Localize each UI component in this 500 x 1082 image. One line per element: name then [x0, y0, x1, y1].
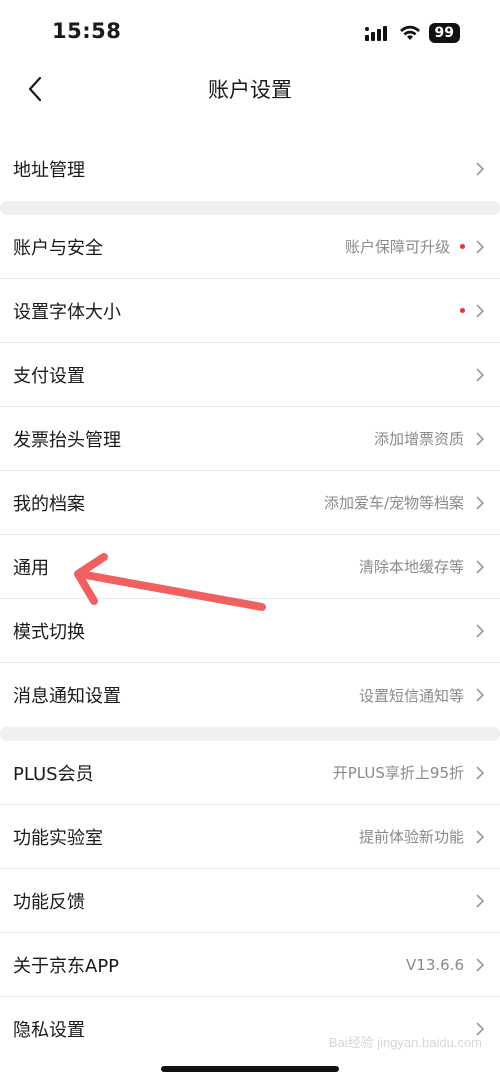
settings-group: 地址管理: [0, 137, 500, 201]
row-feedback[interactable]: 功能反馈: [0, 869, 500, 933]
status-icons: 99: [364, 22, 460, 44]
chevron-right-icon: [474, 687, 486, 703]
settings-group: 账户与安全 账户保障可升级 设置字体大小 支付设置 发票抬头管理 添加增票资质 …: [0, 215, 500, 727]
row-about[interactable]: 关于京东APP V13.6.6: [0, 933, 500, 997]
row-value: 清除本地缓存等: [358, 558, 464, 576]
notification-dot: [460, 244, 465, 249]
row-invoice[interactable]: 发票抬头管理 添加增票资质: [0, 407, 500, 471]
wifi-icon: [399, 25, 420, 40]
row-value: 开PLUS享折上95折: [332, 764, 464, 782]
chevron-right-icon: [474, 303, 486, 319]
chevron-right-icon: [474, 623, 486, 639]
watermark: Bai经验 jingyan.baidu.com: [328, 1035, 482, 1050]
row-value: 设置短信通知等: [358, 686, 464, 705]
chevron-right-icon: [474, 161, 486, 177]
row-label: 账户与安全: [13, 237, 103, 259]
row-value: V13.6.6: [406, 955, 464, 974]
row-label: 关于京东APP: [13, 955, 120, 977]
row-my-profile[interactable]: 我的档案 添加爱车/宠物等档案: [0, 471, 500, 535]
signal-icon: [364, 26, 387, 41]
row-payment[interactable]: 支付设置: [0, 343, 500, 407]
chevron-right-icon: [474, 431, 486, 447]
row-label: 功能实验室: [13, 827, 103, 849]
row-value: 添加增票资质: [373, 430, 464, 448]
chevron-right-icon: [474, 829, 486, 845]
row-general[interactable]: 通用 清除本地缓存等: [0, 535, 500, 599]
chevron-right-icon: [474, 559, 486, 575]
page-title: 账户设置: [208, 78, 292, 102]
chevron-right-icon: [474, 367, 486, 383]
row-label: 通用: [13, 557, 49, 579]
row-label: 我的档案: [13, 493, 85, 515]
notification-dot: [460, 308, 465, 313]
row-plus-member[interactable]: PLUS会员 开PLUS享折上95折: [0, 741, 500, 805]
row-font-size[interactable]: 设置字体大小: [0, 279, 500, 343]
row-value: 提前体验新功能: [358, 828, 464, 846]
row-label: 支付设置: [13, 365, 85, 387]
row-lab[interactable]: 功能实验室 提前体验新功能: [0, 805, 500, 869]
chevron-right-icon: [474, 495, 486, 511]
group-separator: [0, 201, 500, 215]
chevron-right-icon: [474, 765, 486, 781]
row-address[interactable]: 地址管理: [0, 137, 500, 201]
row-label: 消息通知设置: [13, 686, 121, 707]
chevron-right-icon: [474, 893, 486, 909]
row-label: 功能反馈: [13, 891, 85, 913]
chevron-right-icon: [474, 957, 486, 973]
group-separator: [0, 727, 500, 741]
row-value: 添加爱车/宠物等档案: [323, 494, 464, 512]
row-label: 发票抬头管理: [13, 429, 121, 451]
status-time: 15:58: [52, 19, 122, 43]
row-label: 模式切换: [13, 621, 85, 643]
chevron-right-icon: [474, 239, 486, 255]
nav-bar: 账户设置: [0, 64, 500, 116]
settings-group: PLUS会员 开PLUS享折上95折 功能实验室 提前体验新功能 功能反馈 关于…: [0, 741, 500, 1061]
battery-indicator: 99: [428, 23, 460, 43]
row-label: 地址管理: [13, 160, 85, 181]
row-label: 设置字体大小: [13, 301, 121, 323]
row-mode-switch[interactable]: 模式切换: [0, 599, 500, 663]
row-privacy[interactable]: 隐私设置: [0, 997, 500, 1061]
home-indicator: [161, 1066, 339, 1072]
row-label: PLUS会员: [13, 763, 94, 785]
status-bar: 15:58 99: [0, 0, 500, 64]
row-notifications[interactable]: 消息通知设置 设置短信通知等: [0, 663, 500, 727]
row-account-security[interactable]: 账户与安全 账户保障可升级: [0, 215, 500, 279]
row-value: 账户保障可升级: [344, 238, 450, 256]
settings-list: 地址管理 账户与安全 账户保障可升级 设置字体大小 支付设置 发票抬头管理 添加…: [0, 137, 500, 1061]
